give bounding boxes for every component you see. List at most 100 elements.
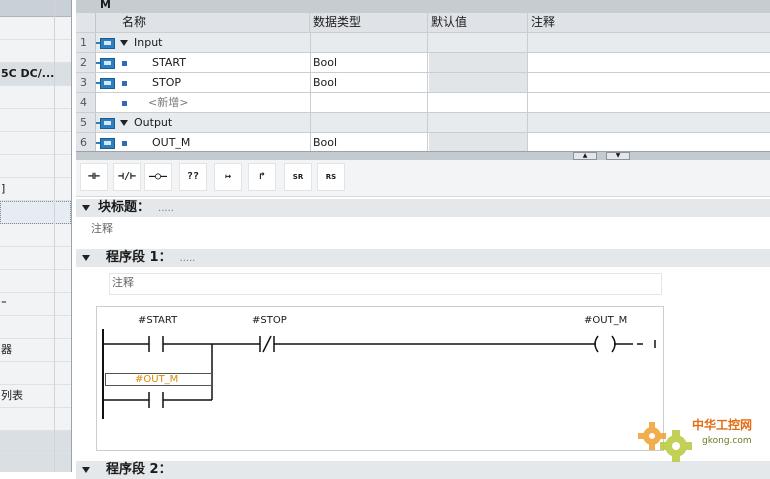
parameter-name[interactable]: OUT_M <box>152 136 190 149</box>
default-value-cell[interactable] <box>429 113 528 132</box>
interface-row[interactable]: 4 <新增> <box>76 93 770 113</box>
parameter-name-cell[interactable]: OUT_M <box>118 133 311 151</box>
coil-button[interactable]: –○– <box>144 163 172 191</box>
project-tree-item[interactable] <box>0 454 71 472</box>
row-number[interactable]: 1 <box>76 33 96 52</box>
project-tree-item[interactable]: 5C DC/... <box>0 63 71 86</box>
default-value-cell[interactable] <box>429 53 528 72</box>
interface-row[interactable]: 2 START Bool <box>76 53 770 73</box>
comment-cell[interactable] <box>529 133 770 151</box>
header-number-cell <box>76 13 96 32</box>
header-name[interactable]: 名称 <box>96 13 310 32</box>
project-tree-item[interactable] <box>0 362 71 385</box>
default-value-cell[interactable] <box>429 33 528 52</box>
branch-operand[interactable]: #OUT_M <box>135 374 178 385</box>
default-value-cell[interactable] <box>429 93 528 112</box>
project-tree-item[interactable] <box>0 86 71 109</box>
interface-rows: 1 Input 2 START Bool 3 STOP Bool 4 <新增> 5 Output 6 OU… <box>76 33 770 151</box>
comment-cell[interactable] <box>529 73 770 92</box>
network-1-ladder[interactable]: #START #STOP #OUT_M #OUT_M <box>96 306 664 451</box>
project-tree-item[interactable] <box>0 316 71 339</box>
nc-contact-button[interactable]: ⊣/⊢ <box>113 163 141 191</box>
network-1-comment[interactable]: 注释 <box>109 273 662 295</box>
block-interface-table[interactable]: 名称 数据类型 默认值 注释 1 Input 2 START Bool 3 STOP Bool… <box>76 13 770 151</box>
parameter-name-cell[interactable]: Input <box>118 33 311 52</box>
network-1-title-placeholder[interactable]: ..... <box>180 253 196 264</box>
project-tree-item[interactable]: ⁼ <box>0 293 71 316</box>
out-m-coil[interactable] <box>594 335 616 353</box>
empty-box-button[interactable]: ?? <box>179 163 207 191</box>
data-type-cell[interactable] <box>311 33 428 52</box>
comment-cell[interactable] <box>529 113 770 132</box>
project-tree-item[interactable] <box>0 17 71 40</box>
comment-cell[interactable] <box>529 33 770 52</box>
interface-row[interactable]: 5 Output <box>76 113 770 133</box>
coil-operand[interactable]: #OUT_M <box>584 315 627 326</box>
project-tree-item[interactable] <box>0 201 71 224</box>
comment-cell[interactable] <box>529 53 770 72</box>
start-operand[interactable]: #START <box>138 315 177 326</box>
row-number[interactable]: 5 <box>76 113 96 132</box>
project-tree-panel: 5C DC/...] ⁼ 器列表 <box>0 0 72 472</box>
stop-operand[interactable]: #STOP <box>252 315 287 326</box>
project-tree-item[interactable]: 列表 <box>0 385 71 408</box>
rs-button[interactable]: RS <box>317 163 345 191</box>
parameter-name-cell[interactable]: Output <box>118 113 311 132</box>
no-contact-button[interactable]: ⊣⊢ <box>80 163 108 191</box>
interface-row[interactable]: 1 Input <box>76 33 770 53</box>
data-type-cell[interactable]: Bool <box>311 133 428 151</box>
project-tree-item[interactable] <box>0 224 71 247</box>
stop-contact[interactable] <box>259 335 275 353</box>
sr-button[interactable]: SR <box>284 163 312 191</box>
project-tree-item[interactable] <box>0 247 71 270</box>
data-type-cell[interactable] <box>311 113 428 132</box>
interface-row[interactable]: 3 STOP Bool <box>76 73 770 93</box>
parameter-name[interactable]: START <box>152 56 186 69</box>
header-comment[interactable]: 注释 <box>529 13 770 32</box>
collapse-triangle-icon[interactable] <box>82 204 90 211</box>
out-m-branch-contact[interactable] <box>148 392 164 408</box>
parameter-name[interactable]: Input <box>134 36 162 49</box>
interface-parameter-icon <box>96 38 115 49</box>
header-default-value[interactable]: 默认值 <box>429 13 528 32</box>
default-value-cell[interactable] <box>429 73 528 92</box>
add-new-placeholder[interactable]: <新增> <box>148 96 188 109</box>
project-tree-item[interactable] <box>0 132 71 155</box>
block-title-bar[interactable]: 块标题：..... <box>76 199 770 217</box>
parameter-name-cell[interactable]: START <box>118 53 311 72</box>
parameter-name-cell[interactable]: <新增> <box>118 93 311 112</box>
parameter-name[interactable]: STOP <box>152 76 181 89</box>
project-tree-item[interactable] <box>0 109 71 132</box>
project-tree-item[interactable] <box>0 40 71 63</box>
row-number[interactable]: 2 <box>76 53 96 72</box>
block-title-placeholder[interactable]: ..... <box>158 203 174 214</box>
data-type-cell[interactable]: Bool <box>311 53 428 72</box>
network-1-title-bar[interactable]: 程序段 1：..... <box>76 249 770 267</box>
project-tree-item[interactable] <box>0 431 71 454</box>
expand-triangle-icon[interactable] <box>120 120 128 126</box>
project-tree-item[interactable] <box>0 408 71 431</box>
row-number[interactable]: 4 <box>76 93 96 112</box>
interface-row[interactable]: 6 OUT_M Bool <box>76 133 770 151</box>
row-number[interactable]: 3 <box>76 73 96 92</box>
project-tree-item[interactable] <box>0 155 71 178</box>
expand-triangle-icon[interactable] <box>120 40 128 46</box>
start-contact[interactable] <box>148 336 164 352</box>
collapse-triangle-icon[interactable] <box>82 254 90 261</box>
collapse-up-button[interactable]: ▲ <box>573 152 597 160</box>
comment-cell[interactable] <box>529 93 770 112</box>
data-type-cell[interactable]: Bool <box>311 73 428 92</box>
project-tree-item[interactable]: 器 <box>0 339 71 362</box>
close-branch-button[interactable]: ↱ <box>248 163 276 191</box>
parameter-name-cell[interactable]: STOP <box>118 73 311 92</box>
expand-down-button[interactable]: ▼ <box>606 152 630 160</box>
row-number[interactable]: 6 <box>76 133 96 151</box>
data-type-cell[interactable] <box>311 93 428 112</box>
header-data-type[interactable]: 数据类型 <box>311 13 428 32</box>
project-tree-item[interactable]: ] <box>0 178 71 201</box>
open-branch-button[interactable]: ↦ <box>214 163 242 191</box>
default-value-cell[interactable] <box>429 133 528 151</box>
project-tree-item[interactable] <box>0 270 71 293</box>
block-comment[interactable]: 注释 <box>91 220 113 236</box>
parameter-name[interactable]: Output <box>134 116 172 129</box>
